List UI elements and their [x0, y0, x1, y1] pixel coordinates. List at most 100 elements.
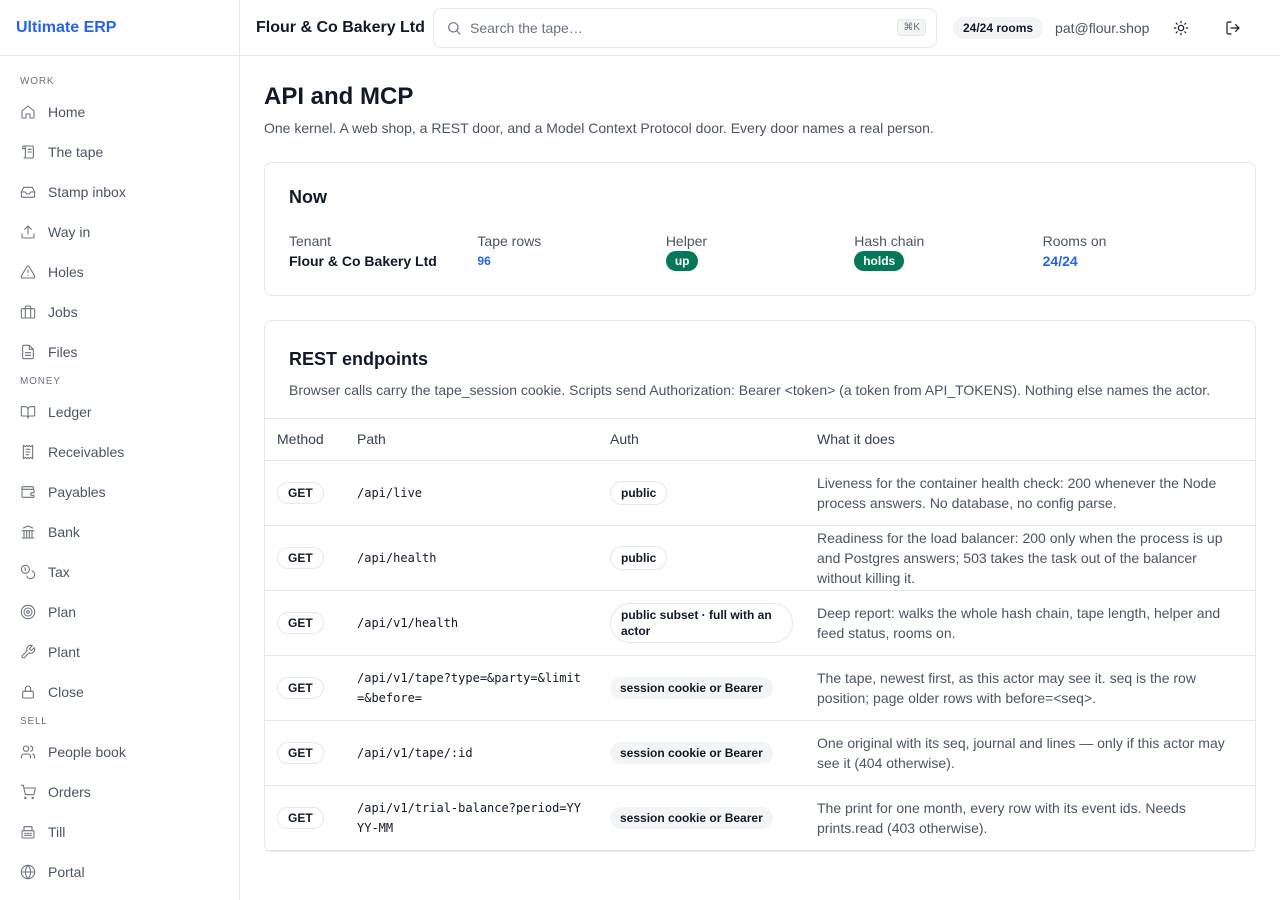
rest-title: REST endpoints [289, 349, 428, 369]
sidebar-item-ledger[interactable]: Ledger [0, 392, 239, 432]
org-name[interactable]: Flour & Co Bakery Ltd [256, 19, 433, 37]
sidebar-item-bank[interactable]: Bank [0, 512, 239, 552]
sidebar-item-label: Home [48, 104, 86, 120]
column-header-what: What it does [805, 419, 1255, 461]
endpoint-description: The tape, newest first, as this actor ma… [805, 655, 1255, 721]
stat-label: Tenant [289, 233, 332, 249]
table-row: GET /api/health public Readiness for the… [265, 525, 1255, 591]
sidebar-item-label: Ledger [48, 404, 92, 420]
user-email[interactable]: pat@flour.shop [1055, 20, 1149, 36]
endpoint-path: /api/v1/trial-balance?period=YYYY-MM [357, 800, 581, 835]
register-icon [20, 824, 36, 840]
sidebar-item-label: People book [48, 744, 126, 760]
table-row: GET /api/v1/trial-balance?period=YYYY-MM… [265, 785, 1255, 851]
method-badge: GET [277, 611, 324, 634]
nav-section-money: Money [20, 376, 61, 387]
stat-tape-rows: Tape rows 96 [477, 232, 665, 271]
sidebar-item-home[interactable]: Home [0, 92, 239, 132]
now-card-title: Now [289, 187, 327, 207]
sidebar-item-payables[interactable]: Payables [0, 472, 239, 512]
book-icon [20, 404, 36, 420]
table-header-row: Method Path Auth What it does [265, 419, 1255, 461]
stat-hash-chain: Hash chain holds [854, 232, 1042, 271]
table-row: GET /api/v1/tape/:id session cookie or B… [265, 720, 1255, 786]
lock-icon [20, 684, 36, 700]
method-badge: GET [277, 676, 324, 699]
sidebar-item-label: Files [48, 344, 78, 360]
column-header-auth: Auth [598, 419, 805, 461]
home-icon [20, 104, 36, 120]
sidebar-item-holes[interactable]: Holes [0, 252, 239, 292]
sidebar-item-label: Till [48, 824, 66, 840]
target-icon [20, 604, 36, 620]
sidebar-item-label: Stamp inbox [48, 184, 126, 200]
theme-toggle-button[interactable] [1165, 12, 1197, 44]
sidebar-item-plant[interactable]: Plant [0, 632, 239, 672]
stat-helper: Helper up [665, 232, 854, 271]
auth-badge: session cookie or Bearer [610, 806, 773, 829]
rest-description: Browser calls carry the tape_session coo… [289, 382, 1211, 398]
rooms-badge: 24/24 rooms [953, 16, 1044, 39]
stat-label: Helper [665, 233, 708, 249]
sidebar-item-label: Way in [48, 224, 91, 240]
sidebar-item-files[interactable]: Files [0, 332, 239, 372]
top-bar: Flour & Co Bakery Ltd ⌘K 24/24 rooms pat… [240, 0, 1280, 56]
sidebar-item-label: Tax [48, 564, 70, 580]
sidebar-nav: Work Home The tape Stamp inbox Way in Ho… [0, 56, 239, 892]
stat-tenant: Tenant Flour & Co Bakery Ltd [289, 232, 477, 271]
scroll-icon [20, 144, 36, 160]
method-badge: GET [277, 546, 324, 569]
tape-rows-link[interactable]: 96 [477, 252, 665, 270]
auth-badge: session cookie or Bearer [610, 676, 773, 699]
endpoint-description: Readiness for the load balancer: 200 onl… [805, 525, 1255, 591]
auth-badge: public subset · full with an actor [610, 602, 793, 643]
sidebar-item-orders[interactable]: Orders [0, 772, 239, 812]
sidebar-item-way-in[interactable]: Way in [0, 212, 239, 252]
sidebar-item-stamp-inbox[interactable]: Stamp inbox [0, 172, 239, 212]
sidebar-item-close[interactable]: Close [0, 672, 239, 712]
coins-icon [20, 564, 36, 580]
nav-section-work: Work [20, 76, 55, 87]
sidebar-item-till[interactable]: Till [0, 812, 239, 852]
sidebar-item-tax[interactable]: Tax [0, 552, 239, 592]
users-icon [20, 744, 36, 760]
upload-icon [20, 224, 36, 240]
page-title: API and MCP [264, 83, 414, 110]
cart-icon [20, 784, 36, 800]
sidebar-item-label: Plant [48, 644, 80, 660]
method-badge: GET [277, 741, 324, 764]
rooms-on-link[interactable]: 24/24 [1043, 252, 1231, 270]
search-input[interactable] [470, 19, 898, 36]
warning-icon [20, 264, 36, 280]
endpoint-path: /api/live [357, 485, 423, 500]
receipt-icon [20, 444, 36, 460]
now-stats: Tenant Flour & Co Bakery Ltd Tape rows 9… [289, 232, 1231, 271]
tenant-value: Flour & Co Bakery Ltd [289, 253, 437, 269]
sidebar-item-label: The tape [48, 144, 104, 160]
sidebar-item-people-book[interactable]: People book [0, 732, 239, 772]
rest-endpoints-card: REST endpoints Browser calls carry the t… [264, 320, 1256, 852]
helper-status-badge: up [665, 251, 699, 271]
app-logo[interactable]: Ultimate ERP [0, 0, 239, 56]
sign-out-button[interactable] [1217, 12, 1249, 44]
inbox-icon [20, 184, 36, 200]
table-row: GET /api/v1/tape?type=&party=&limit=&bef… [265, 655, 1255, 721]
sidebar-item-label: Payables [48, 484, 106, 500]
log-out-icon [1226, 20, 1241, 35]
stat-label: Tape rows [477, 233, 542, 249]
search-box[interactable]: ⌘K [433, 7, 937, 48]
table-row: GET /api/v1/health public subset · full … [265, 590, 1255, 656]
method-badge: GET [277, 806, 324, 829]
sidebar-item-receivables[interactable]: Receivables [0, 432, 239, 472]
sidebar-item-the-tape[interactable]: The tape [0, 132, 239, 172]
sidebar-item-label: Orders [48, 784, 91, 800]
main-content: API and MCP One kernel. A web shop, a RE… [240, 56, 1280, 900]
sidebar-item-label: Bank [48, 524, 80, 540]
sidebar-item-plan[interactable]: Plan [0, 592, 239, 632]
endpoint-path: /api/health [357, 550, 437, 565]
sidebar-item-label: Plan [48, 604, 77, 620]
sidebar-item-portal[interactable]: Portal [0, 852, 239, 892]
sidebar-item-jobs[interactable]: Jobs [0, 292, 239, 332]
auth-badge: public [610, 480, 668, 505]
auth-badge: session cookie or Bearer [610, 741, 773, 764]
